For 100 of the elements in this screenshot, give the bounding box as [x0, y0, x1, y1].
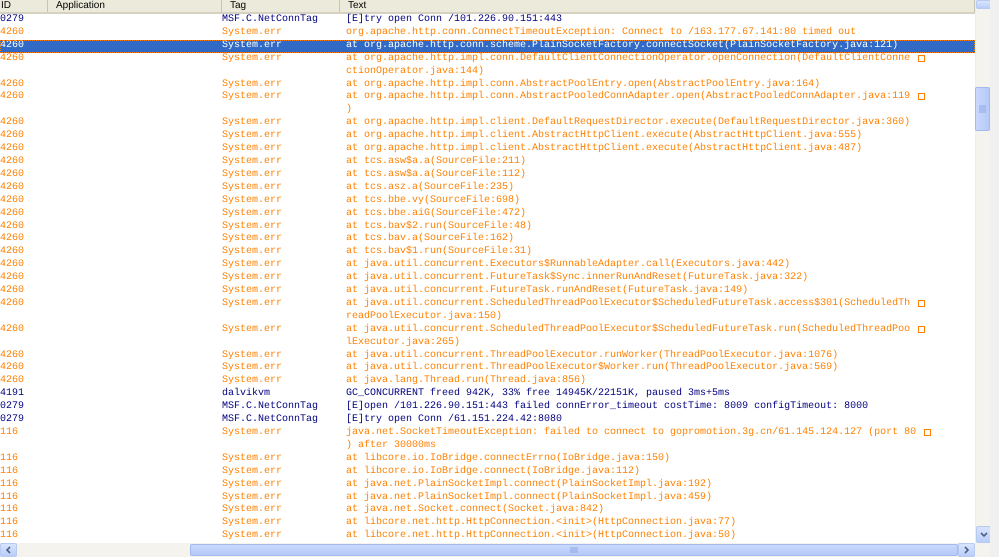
message-text: at tcs.bbe.aiG(SourceFile:472): [346, 208, 526, 220]
tag-cell-text: System.err: [222, 182, 284, 195]
pid-cell-text: 4260: [0, 324, 26, 337]
wrap-marker-icon: [918, 54, 926, 62]
tag-cell-text: System.err: [222, 350, 284, 362]
tag-cell-text: System.err: [222, 156, 284, 169]
pid-cell-text: 4260: [0, 350, 26, 362]
pid-cell-text: 4260: [0, 194, 26, 208]
log-row[interactable]: 4260 System.err at tcs.asw$a.a(SourceFile:211): [0, 156, 975, 169]
message-text: at tcs.bav$1.run(SourceFile:31): [346, 246, 532, 258]
log-row[interactable]: 116 System.err at libcore.io.IoBridge.connect(IoBridge.java:112): [0, 466, 975, 479]
tag-cell-text: System.err: [222, 130, 284, 143]
log-row[interactable]: 4260 System.err at org.apache.http.impl.client.AbstractHttpClient.execute(AbstractHttpClient.java:487): [0, 143, 975, 156]
log-row[interactable]: 116 System.err at libcore.net.http.HttpConnection.<init>(HttpConnection.java:50): [0, 530, 975, 543]
wrap-marker-icon: [918, 300, 926, 307]
log-row[interactable]: 4260 System.err at tcs.bav.a(SourceFile:162): [0, 233, 975, 246]
tag-cell-text: System.err: [222, 246, 284, 259]
log-row[interactable]: 116 System.err at java.net.PlainSocketImpl.connect(PlainSocketImpl.java:192): [0, 478, 975, 492]
log-row[interactable]: 4260 System.err at java.util.concurrent.Executors$RunnableAdapter.call(Executors.java:442): [0, 259, 975, 272]
message-text: at libcore.io.IoBridge.connect(IoBridge.java:112): [346, 466, 640, 478]
scrollbar-corner: [975, 543, 990, 557]
message-text: at tcs.bav$2.run(SourceFile:48): [346, 220, 532, 232]
message-text: at libcore.net.http.HttpConnection.<init>(HttpConnection.java:50): [346, 530, 736, 543]
log-row[interactable]: 116 System.err at libcore.io.IoBridge.connectErrno(IoBridge.java:150): [0, 452, 975, 466]
message-text: at org.apache.http.impl.conn.AbstractPoolEntry.open(AbstractPoolEntry.java:164): [346, 78, 820, 90]
pid-cell-text: 4260: [0, 26, 26, 40]
pid-cell-text: 4260: [0, 298, 26, 311]
scroll-right-button[interactable]: [958, 543, 975, 557]
pid-cell-text: 4260: [0, 78, 26, 91]
log-row[interactable]: 4260 System.err at tcs.bbe.vy(SourceFile:698): [0, 194, 975, 208]
log-row[interactable]: 4260 System.err org.apache.http.conn.ConnectTimeoutException: Connect to /163.177.67.141:80 timed out: [0, 26, 975, 40]
scroll-down-button[interactable]: [976, 526, 991, 543]
log-row[interactable]: 4260 System.err at tcs.asw$a.a(SourceFile:112): [0, 168, 975, 182]
log-row[interactable]: 0279 MSF.C.NetConnTag [E]try open Conn /101.226.90.151:443: [0, 14, 975, 27]
message-text: at org.apache.http.impl.conn.DefaultClientConnectionOperator.openConnection(DefaultClientConne ctionOperator.java:144): [346, 52, 910, 78]
pid-cell-text: 0279: [0, 414, 26, 427]
log-row[interactable]: 4260 System.err at org.apache.http.impl.conn.AbstractPoolEntry.open(AbstractPoolEntry.java:164): [0, 78, 975, 92]
log-row[interactable]: 4260 System.err at tcs.asz.a(SourceFile:235): [0, 182, 975, 195]
tag-cell-text: System.err: [222, 220, 284, 233]
tag-cell-text: System.err: [222, 517, 284, 530]
message-text: [E]try open Conn /61.151.224.42:8080: [346, 414, 562, 426]
message-text: at tcs.bav.a(SourceFile:162): [346, 233, 514, 246]
log-row[interactable]: 4260 System.err at org.apache.http.impl.client.DefaultRequestDirector.execute(DefaultRequestDirector.java:360): [0, 117, 975, 130]
chevron-right-icon: [964, 546, 969, 554]
log-row[interactable]: 4260 System.err at java.util.concurrent.FutureTask$Sync.innerRunAndReset(FutureTask.java:322): [0, 272, 975, 286]
log-row[interactable]: 116 System.err at libcore.net.http.HttpConnection.<init>(HttpConnection.java:77): [0, 517, 975, 530]
pid-cell-text: 116: [0, 492, 20, 504]
tag-cell-text: System.err: [222, 91, 284, 104]
chevron-down-icon: [980, 532, 988, 537]
horizontal-scroll-thumb[interactable]: [190, 544, 958, 556]
scroll-up-button[interactable]: [976, 0, 991, 9]
tag-cell-text: System.err: [222, 324, 284, 337]
log-row[interactable]: 116 System.err at java.net.PlainSocketImpl.connect(PlainSocketImpl.java:459): [0, 492, 975, 504]
pid-cell-text: 4260: [0, 375, 26, 388]
message-text: at java.util.concurrent.FutureTask.runAndReset(FutureTask.java:149): [346, 285, 748, 298]
message-text: at java.lang.Thread.run(Thread.java:856): [346, 375, 586, 388]
message-text: at java.net.PlainSocketImpl.connect(PlainSocketImpl.java:459): [346, 492, 712, 504]
log-row[interactable]: 0279 MSF.C.NetConnTag [E]try open Conn /61.151.224.42:8080: [0, 414, 975, 427]
log-row[interactable]: 4260 System.err at java.util.concurrent.FutureTask.runAndReset(FutureTask.java:149): [0, 285, 975, 298]
column-header[interactable]: Tag: [222, 0, 340, 12]
log-row[interactable]: 4260 System.err at java.util.concurrent.ScheduledThreadPoolExecutor$ScheduledFutureTask.run(ScheduledThreadPoo lExecutor.java:265): [0, 324, 975, 350]
log-row[interactable]: 4260 System.err at org.apache.http.impl.client.AbstractHttpClient.execute(AbstractHttpClient.java:555): [0, 130, 975, 144]
tag-cell-text: dalvikvm: [222, 388, 272, 401]
vertical-scroll-thumb[interactable]: [975, 87, 990, 131]
message-text: at org.apache.http.conn.scheme.PlainSocketFactory.connectSocket(PlainSocketFactory.java:121): [346, 40, 898, 52]
message-text: at libcore.io.IoBridge.connectErrno(IoBridge.java:150): [346, 452, 670, 466]
log-row[interactable]: 0279 MSF.C.NetConnTag [E]open /101.226.90.151:443 failed connError_timeout costTime: 8009 configTimeout: 8000: [0, 401, 975, 414]
tag-cell-text: System.err: [222, 272, 284, 285]
message-text: at java.net.Socket.connect(Socket.java:842): [346, 504, 604, 516]
log-row[interactable]: 4260 System.err at java.util.concurrent.ScheduledThreadPoolExecutor$ScheduledFutureTask.access$301(ScheduledTh readPoolExecutor.java:150): [0, 298, 975, 324]
message-text: at tcs.asz.a(SourceFile:235): [346, 182, 514, 194]
column-header[interactable]: Application: [48, 0, 222, 12]
column-header[interactable]: ID: [0, 0, 48, 12]
pid-cell-text: 0279: [0, 401, 26, 414]
message-text: at org.apache.http.impl.client.AbstractHttpClient.execute(AbstractHttpClient.java:487): [346, 143, 862, 156]
log-row[interactable]: 4260 System.err at tcs.bbe.aiG(SourceFile:472): [0, 208, 975, 220]
pid-cell-text: 4260: [0, 130, 26, 143]
message-text: [E]open /101.226.90.151:443 failed connError_timeout costTime: 8009 configTimeout: 8000: [346, 401, 868, 414]
pid-cell-text: 0279: [0, 14, 26, 27]
horizontal-scrollbar[interactable]: [0, 543, 975, 557]
chevron-left-icon: [6, 546, 11, 554]
log-row[interactable]: 4260 System.err at org.apache.http.impl.conn.AbstractPooledConnAdapter.open(AbstractPooledConnAdapter.java:119 ): [0, 91, 975, 118]
log-row[interactable]: 4260 System.err at tcs.bav$1.run(SourceFile:31): [0, 246, 975, 260]
pid-cell-text: 116: [0, 530, 20, 543]
pid-cell-text: 4260: [0, 233, 26, 246]
tag-cell-text: System.err: [222, 298, 284, 311]
pid-cell-text: 116: [0, 427, 20, 440]
log-row[interactable]: 4260 System.err at tcs.bav$2.run(SourceFile:48): [0, 220, 975, 234]
log-row[interactable]: 4260 System.err at org.apache.http.impl.conn.DefaultClientConnectionOperator.openConnection(DefaultClientConne ctionOperator.java:144): [0, 52, 975, 79]
log-row[interactable]: 116 System.err at java.net.Socket.connect(Socket.java:842): [0, 504, 975, 518]
tag-cell-text: System.err: [222, 375, 284, 388]
pid-cell-text: 4191: [0, 388, 26, 401]
log-row[interactable]: 4260 System.err at java.lang.Thread.run(Thread.java:856): [0, 375, 975, 388]
log-row[interactable]: 4260 System.err at java.util.concurrent.ThreadPoolExecutor.runWorker(ThreadPoolExecutor.java:1076): [0, 350, 975, 362]
log-row[interactable]: 4260 System.err at java.util.concurrent.ThreadPoolExecutor$Worker.run(ThreadPoolExecutor.java:569): [0, 362, 975, 376]
vertical-scrollbar[interactable]: [975, 0, 990, 543]
message-text: at tcs.bbe.vy(SourceFile:698): [346, 194, 520, 208]
tag-cell-text: System.err: [222, 492, 284, 504]
log-row[interactable]: 4191 dalvikvm GC_CONCURRENT freed 942K, 33% free 14945K/22151K, paused 3ms+5ms: [0, 388, 975, 402]
scroll-left-button[interactable]: [0, 543, 17, 557]
